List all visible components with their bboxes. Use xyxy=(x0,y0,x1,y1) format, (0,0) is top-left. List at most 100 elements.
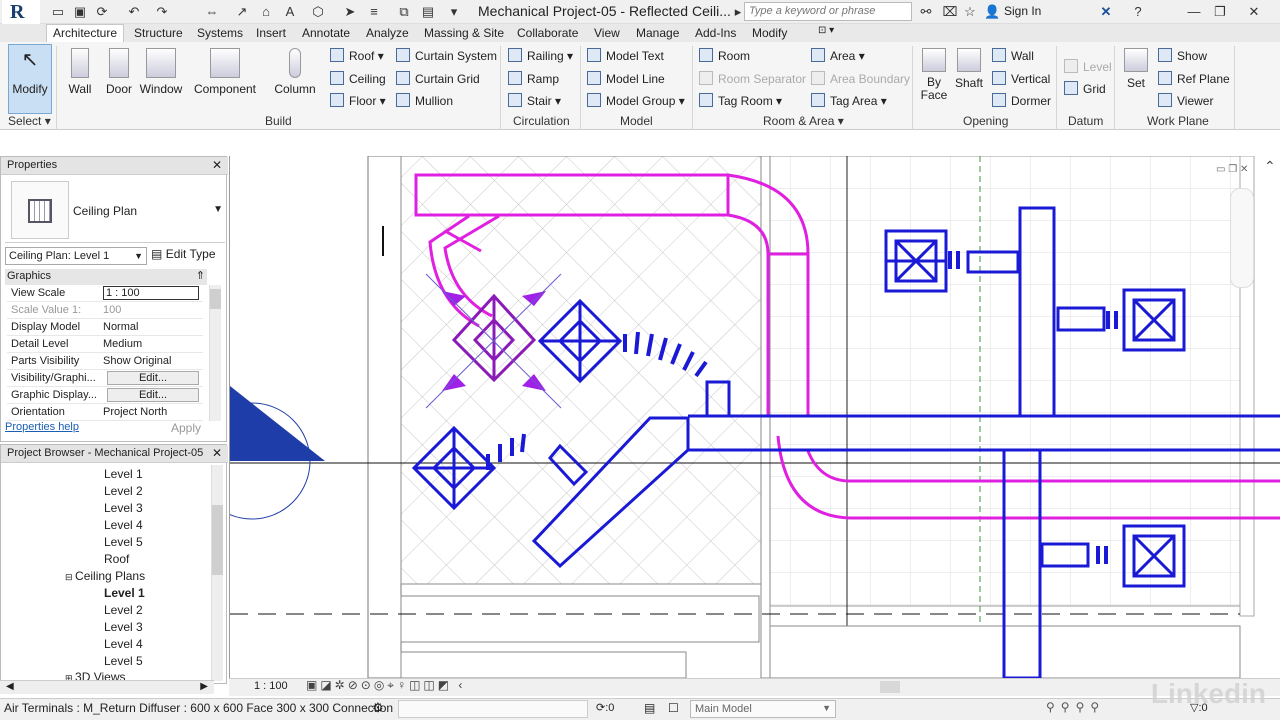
navigation-bar[interactable] xyxy=(1230,188,1254,288)
ribbon-minimize-icon[interactable]: ⊡ ▾ xyxy=(818,25,834,36)
tab-insert[interactable]: Insert xyxy=(256,26,286,40)
tree-item-level-1[interactable]: Level 1 xyxy=(104,467,143,481)
property-row[interactable]: Parts Visibility Show Original xyxy=(7,353,203,370)
type-selector[interactable]: Ceiling Plan ▼ xyxy=(5,179,225,243)
visibility-edit-button[interactable]: Edit... xyxy=(107,371,199,385)
tab-architecture[interactable]: Architecture xyxy=(46,24,125,43)
tab-systems[interactable]: Systems xyxy=(197,26,243,40)
tree-item-ceiling-level-5[interactable]: Level 5 xyxy=(104,654,143,668)
scroll-up-icon[interactable]: ⌃ xyxy=(1264,158,1276,175)
property-row[interactable]: Orientation Project North xyxy=(7,404,203,421)
sync-icon[interactable]: ⟳ xyxy=(94,4,110,20)
tag-room-button[interactable]: Tag Room ▾ xyxy=(699,93,782,108)
by-face-button[interactable]: By Face xyxy=(918,46,950,102)
graphics-group-header[interactable]: Graphics ⇑ xyxy=(5,269,207,285)
close-icon[interactable]: ✕ xyxy=(1246,4,1262,20)
worksets-icon[interactable]: ⚙ xyxy=(372,700,384,716)
tab-add-ins[interactable]: Add-Ins xyxy=(695,26,736,40)
mullion-button[interactable]: Mullion xyxy=(396,93,453,108)
floor-button[interactable]: Floor ▾ xyxy=(330,93,386,108)
section-icon[interactable]: ➤ xyxy=(342,4,358,20)
panel-label-select[interactable]: Select ▾ xyxy=(8,114,51,128)
tab-massing-site[interactable]: Massing & Site xyxy=(424,26,504,40)
sign-in-link[interactable]: Sign In xyxy=(1004,4,1041,18)
model-group-button[interactable]: Model Group ▾ xyxy=(587,93,685,108)
door-button[interactable]: Door xyxy=(104,46,134,98)
user-icon[interactable]: 👤 xyxy=(984,4,1000,20)
text-icon[interactable]: A xyxy=(282,4,298,20)
close-icon[interactable]: ✕ xyxy=(212,158,222,172)
exchange-apps-icon[interactable]: ✕ xyxy=(1098,4,1114,20)
selection-filter-icons[interactable]: ⚲⚲⚲⚲ xyxy=(1046,700,1105,714)
tree-item-level-5[interactable]: Level 5 xyxy=(104,535,143,549)
curtain-grid-button[interactable]: Curtain Grid xyxy=(396,71,480,86)
binoculars-icon[interactable]: ⚯ xyxy=(918,4,934,20)
ceiling-button[interactable]: Ceiling xyxy=(330,71,386,86)
graphic-display-edit-button[interactable]: Edit... xyxy=(107,388,199,402)
close-icon[interactable]: ✕ xyxy=(212,446,222,460)
canvas-hscroll-thumb[interactable] xyxy=(880,681,900,693)
reflected-ceiling-plan-drawing[interactable] xyxy=(230,156,1280,678)
tree-item-ceiling-level-2[interactable]: Level 2 xyxy=(104,603,143,617)
tab-modify[interactable]: Modify xyxy=(752,26,787,40)
view-window-controls[interactable]: ▭ ❐ ✕ xyxy=(1216,164,1248,175)
save-icon[interactable]: ▣ xyxy=(72,4,88,20)
favorites-star-icon[interactable]: ☆ xyxy=(962,4,978,20)
app-menu-button[interactable]: R xyxy=(2,0,40,24)
model-text-button[interactable]: Model Text xyxy=(587,48,664,63)
help-search-input[interactable]: Type a keyword or phrase xyxy=(744,2,912,21)
tree-item-ceiling-level-1[interactable]: Level 1 xyxy=(104,586,145,600)
room-button[interactable]: Room xyxy=(699,48,750,63)
project-browser-hscroll[interactable]: ◀ ▶ xyxy=(0,680,214,694)
subscription-icon[interactable]: ⌧ xyxy=(942,4,958,20)
stair-button[interactable]: Stair ▾ xyxy=(508,93,561,108)
tree-item-level-2[interactable]: Level 2 xyxy=(104,484,143,498)
tree-item-level-4[interactable]: Level 4 xyxy=(104,518,143,532)
main-model-dropdown[interactable]: Main Model ▼ xyxy=(690,700,836,718)
tree-item-ceiling-level-4[interactable]: Level 4 xyxy=(104,637,143,651)
model-line-button[interactable]: Model Line xyxy=(587,71,665,86)
measure-icon[interactable]: ⇔ xyxy=(204,4,220,20)
wall-button[interactable]: Wall xyxy=(64,46,96,98)
tab-analyze[interactable]: Analyze xyxy=(366,26,409,40)
tab-manage[interactable]: Manage xyxy=(636,26,679,40)
restore-icon[interactable]: ❐ xyxy=(1212,4,1228,20)
tab-view[interactable]: View xyxy=(594,26,620,40)
3d-view-icon[interactable]: ⬡ xyxy=(310,4,326,20)
area-button[interactable]: Area ▾ xyxy=(811,48,865,63)
dimension-icon[interactable]: ↗ xyxy=(234,4,250,20)
property-row[interactable]: Detail Level Medium xyxy=(7,336,203,353)
tag-icon[interactable]: ⌂ xyxy=(258,4,274,20)
property-row[interactable]: Display Model Normal xyxy=(7,319,203,336)
dormer-button[interactable]: Dormer xyxy=(992,93,1051,108)
wall-opening-button[interactable]: Wall xyxy=(992,48,1034,63)
workset-dropdown[interactable] xyxy=(398,700,588,718)
minimize-icon[interactable]: — xyxy=(1186,4,1202,20)
view-control-icons[interactable]: ▣◪✲⊘⊙◎⌖♀◫◫◩ ‹ xyxy=(306,678,465,693)
set-work-plane-button[interactable]: Set xyxy=(1120,46,1152,98)
window-button[interactable]: Window xyxy=(138,46,184,98)
thin-lines-icon[interactable]: ≡ xyxy=(366,4,382,20)
shaft-button[interactable]: Shaft xyxy=(952,46,986,98)
column-button[interactable]: Column xyxy=(272,46,318,98)
drawing-canvas[interactable]: ▭ ❐ ✕ ⌃ xyxy=(229,156,1280,678)
open-icon[interactable]: ▭ xyxy=(50,4,66,20)
tab-structure[interactable]: Structure xyxy=(134,26,183,40)
tree-item-roof[interactable]: Roof xyxy=(104,552,129,566)
curtain-system-button[interactable]: Curtain System xyxy=(396,48,497,63)
apply-button[interactable]: Apply xyxy=(151,421,221,435)
editing-requests[interactable]: ⟳:0 xyxy=(596,701,614,714)
modify-button[interactable]: ↖ Modify xyxy=(8,44,52,114)
component-button[interactable]: Component xyxy=(192,46,258,98)
railing-button[interactable]: Railing ▾ xyxy=(508,48,573,63)
view-scale-control[interactable]: 1 : 100 xyxy=(254,680,288,692)
room-separator-button[interactable]: Room Separator xyxy=(699,71,806,86)
properties-scrollbar[interactable] xyxy=(209,285,221,421)
roof-button[interactable]: Roof ▾ xyxy=(330,48,384,63)
customize-qat-icon[interactable]: ▾ xyxy=(446,4,462,20)
tree-item-level-3[interactable]: Level 3 xyxy=(104,501,143,515)
switch-windows-icon[interactable]: ▤ xyxy=(420,4,436,20)
exclude-options-icon[interactable]: ☐ xyxy=(668,701,679,715)
properties-help-link[interactable]: Properties help xyxy=(5,421,79,433)
design-options-icon[interactable]: ▤ xyxy=(644,701,655,715)
